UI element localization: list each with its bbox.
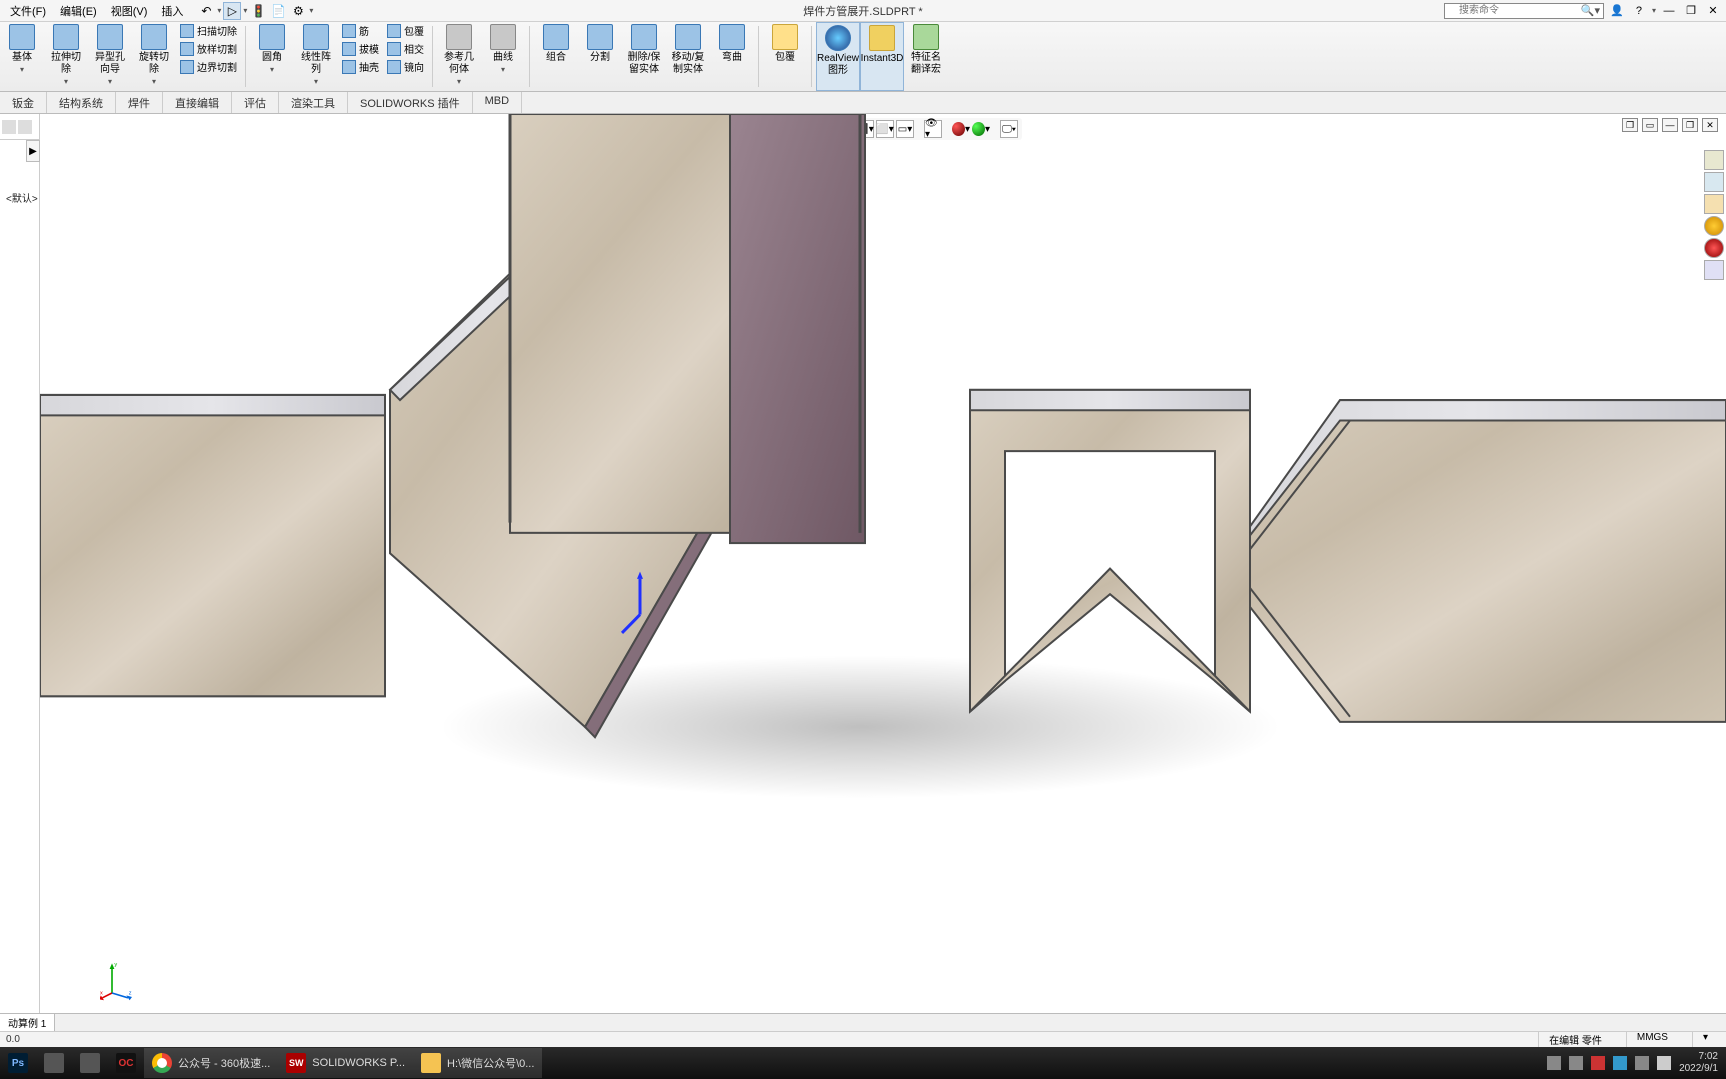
status-coords: 0.0 <box>0 1034 20 1045</box>
cmd-ref-geometry[interactable]: 参考几 何体▾ <box>437 22 481 91</box>
ribbon: 基体▾ 拉伸切 除▾ 异型孔 向导▾ 旋转切 除▾ 扫描切除 放样切割 边界切割… <box>0 22 1726 92</box>
cmd-intersect[interactable]: 相交 <box>383 40 428 57</box>
tab-render[interactable]: 渲染工具 <box>279 92 348 113</box>
cmd-feature-translate-macro[interactable]: 特征名 翻译宏 <box>904 22 948 91</box>
cmd-base-body[interactable]: 基体▾ <box>0 22 44 91</box>
cmd-wrap[interactable]: 包覆 <box>383 22 428 39</box>
taskbar-app-photoshop[interactable]: Ps <box>0 1048 36 1078</box>
tab-evaluate[interactable]: 评估 <box>232 92 279 113</box>
cmd-linear-pattern[interactable]: 线性阵 列▾ <box>294 22 338 91</box>
search-wrapper: 🔍▾ <box>1444 3 1604 19</box>
cmd-mirror[interactable]: 镜向 <box>383 58 428 75</box>
svg-text:x: x <box>100 991 103 997</box>
menu-bar: 文件(F) 编辑(E) 视图(V) 插入 ↶▾ ▷▾ 🚦 📄 ⚙▾ 焊件方管展开… <box>0 0 1726 22</box>
cmd-rib[interactable]: 筋 <box>338 22 383 39</box>
tray-icon-2[interactable] <box>1569 1056 1583 1070</box>
model-render <box>40 114 1726 1013</box>
cmd-draft[interactable]: 拔模 <box>338 40 383 57</box>
rebuild-button[interactable]: 🚦 <box>249 2 267 20</box>
windows-taskbar: Ps OC 公众号 - 360极速... SWSOLIDWORKS P... H… <box>0 1047 1726 1079</box>
cmd-move-copy[interactable]: 移动/复 制实体 <box>666 22 710 91</box>
cmd-split[interactable]: 分割 <box>578 22 622 91</box>
help-button[interactable]: ? <box>1630 3 1648 19</box>
cmd-realview[interactable]: RealView 图形 <box>816 22 860 91</box>
tab-weldment[interactable]: 焊件 <box>116 92 163 113</box>
menu-file[interactable]: 文件(F) <box>4 1 52 21</box>
options-button[interactable]: 📄 <box>269 2 287 20</box>
taskbar-app-4[interactable]: OC <box>108 1048 144 1078</box>
tab-directedit[interactable]: 直接编辑 <box>163 92 232 113</box>
cmd-shell[interactable]: 抽壳 <box>338 58 383 75</box>
cmd-loft-cut[interactable]: 放样切割 <box>176 40 241 57</box>
close-button[interactable]: ✕ <box>1704 3 1722 19</box>
tree-tool-2[interactable] <box>18 120 32 134</box>
tray-icon-4[interactable] <box>1613 1056 1627 1070</box>
cmd-wrap-body[interactable]: 包覆 <box>763 22 807 91</box>
cmd-fillet[interactable]: 圆角▾ <box>250 22 294 91</box>
menu-view[interactable]: 视图(V) <box>105 1 154 21</box>
tab-structure[interactable]: 结构系统 <box>47 92 116 113</box>
taskbar-clock[interactable]: 7:02 2022/9/1 <box>1679 1051 1718 1075</box>
tray-icon-1[interactable] <box>1547 1056 1561 1070</box>
search-icon[interactable]: 🔍▾ <box>1581 4 1600 17</box>
cmd-hole-wizard[interactable]: 异型孔 向导▾ <box>88 22 132 91</box>
tree-config-label: <默认> <box>0 190 39 205</box>
feature-tree-panel[interactable]: ▶ <默认> <box>0 114 40 1013</box>
minimize-button[interactable]: — <box>1660 3 1678 19</box>
svg-text:y: y <box>114 962 117 968</box>
cmd-revolve-cut[interactable]: 旋转切 除▾ <box>132 22 176 91</box>
system-tray: 7:02 2022/9/1 <box>1547 1051 1718 1075</box>
menu-insert[interactable]: 插入 <box>155 1 189 21</box>
taskbar-app-3[interactable] <box>72 1048 108 1078</box>
tree-toolbar <box>0 114 39 140</box>
tree-tool-1[interactable] <box>2 120 16 134</box>
cmd-boundary-cut[interactable]: 边界切割 <box>176 58 241 75</box>
status-extra[interactable]: ▾ <box>1692 1032 1718 1047</box>
status-bar: 0.0 在编辑 零件 MMGS ▾ <box>0 1031 1726 1047</box>
tray-icon-5[interactable] <box>1635 1056 1649 1070</box>
settings-button[interactable]: ⚙ <box>289 2 307 20</box>
cmd-flex[interactable]: 弯曲 <box>710 22 754 91</box>
tree-expand-toggle[interactable]: ▶ <box>26 140 40 162</box>
taskbar-app-explorer[interactable]: H:\微信公众号\0... <box>413 1048 542 1078</box>
select-tool[interactable]: ▷ <box>223 2 241 20</box>
cmd-instant3d[interactable]: Instant3D <box>860 22 904 91</box>
status-units[interactable]: MMGS <box>1626 1032 1678 1047</box>
work-area: ▶ <默认> ⤢ ⬚ ↶ ◫ ▦▾ ⬛▾ ⬜▾ ▭▾ 👁▾ ▾ ▾ 🖵▾ ❐ ▭… <box>0 114 1726 1013</box>
cmd-delete-keep[interactable]: 删除/保 留实体 <box>622 22 666 91</box>
menu-edit[interactable]: 编辑(E) <box>54 1 103 21</box>
cmd-extrude-cut[interactable]: 拉伸切 除▾ <box>44 22 88 91</box>
cmd-curves[interactable]: 曲线▾ <box>481 22 525 91</box>
quick-access-toolbar: ↶▾ ▷▾ 🚦 📄 ⚙▾ <box>197 2 313 20</box>
taskbar-app-solidworks[interactable]: SWSOLIDWORKS P... <box>278 1048 413 1078</box>
cmd-swept-cut[interactable]: 扫描切除 <box>176 22 241 39</box>
svg-text:z: z <box>129 991 132 997</box>
user-icon[interactable]: 👤 <box>1608 3 1626 19</box>
tray-volume-icon[interactable] <box>1657 1056 1671 1070</box>
motion-study-tabbar: 动算例 1 <box>0 1013 1726 1031</box>
motion-study-tab[interactable]: 动算例 1 <box>0 1014 55 1031</box>
command-tab-bar: 钣金 结构系统 焊件 直接编辑 评估 渲染工具 SOLIDWORKS 插件 MB… <box>0 92 1726 114</box>
status-editing: 在编辑 零件 <box>1538 1032 1612 1047</box>
graphics-viewport[interactable]: ⤢ ⬚ ↶ ◫ ▦▾ ⬛▾ ⬜▾ ▭▾ 👁▾ ▾ ▾ 🖵▾ ❐ ▭ — ❐ ✕ <box>40 114 1726 1013</box>
tray-icon-3[interactable] <box>1591 1056 1605 1070</box>
tab-mbd[interactable]: MBD <box>473 92 522 113</box>
tab-sheetmetal[interactable]: 钣金 <box>0 92 47 113</box>
restore-button[interactable]: ❐ <box>1682 3 1700 19</box>
taskbar-app-2[interactable] <box>36 1048 72 1078</box>
menu-items: 文件(F) 编辑(E) 视图(V) 插入 <box>0 1 189 21</box>
undo-button[interactable]: ↶ <box>197 2 215 20</box>
taskbar-app-browser[interactable]: 公众号 - 360极速... <box>144 1048 278 1078</box>
orientation-triad[interactable]: y x z <box>100 961 140 1001</box>
cmd-combine[interactable]: 组合 <box>534 22 578 91</box>
document-title: 焊件方管展开.SLDPRT * <box>803 3 922 19</box>
tab-addins[interactable]: SOLIDWORKS 插件 <box>348 92 473 113</box>
